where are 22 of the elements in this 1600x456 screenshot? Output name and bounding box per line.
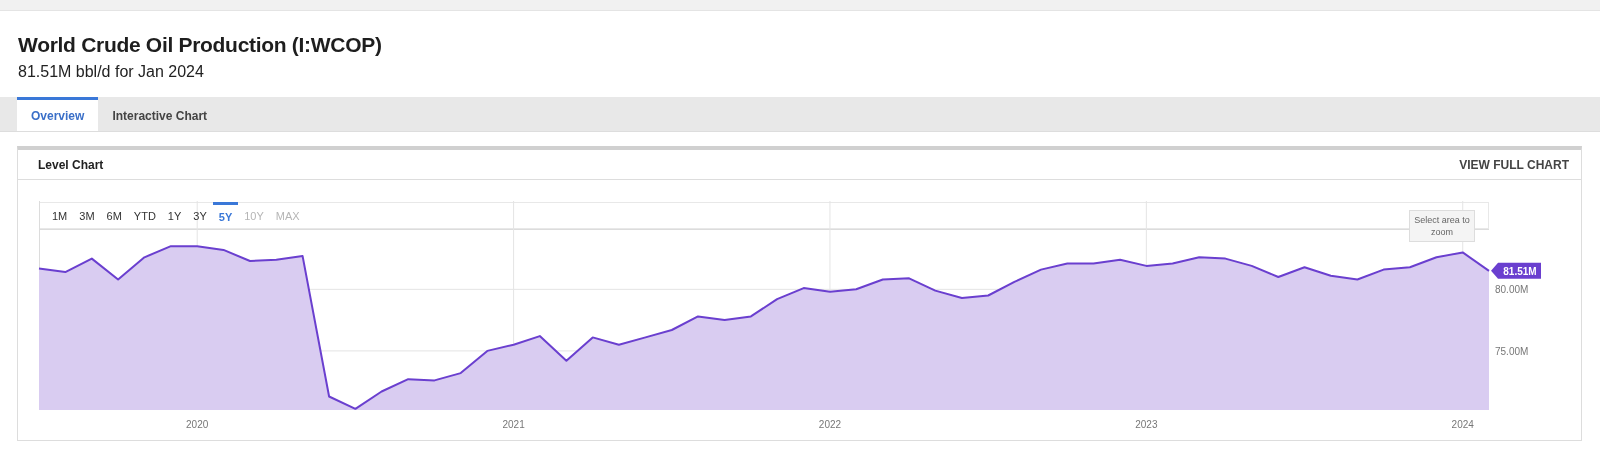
x-axis-label: 2023 — [1135, 419, 1158, 430]
tab[interactable]: Interactive Chart — [98, 97, 222, 131]
range-button[interactable]: 1Y — [161, 202, 188, 229]
y-axis-label: 80.00M — [1495, 284, 1529, 296]
card-title: Level Chart — [38, 157, 104, 172]
range-button[interactable]: 6M — [100, 202, 128, 229]
zoom-hint: Select area to zoom — [1409, 210, 1475, 242]
x-axis-label: 2022 — [818, 419, 842, 430]
range-button[interactable]: 3M — [73, 202, 101, 229]
x-axis-label: 2024 — [1451, 419, 1474, 430]
x-axis-label: 2020 — [186, 419, 209, 430]
y-axis-label: 75.00M — [1495, 345, 1529, 357]
tab[interactable]: Overview — [17, 97, 99, 131]
page-title: World Crude Oil Production (I:WCOP) — [18, 33, 383, 57]
value-tag: 81.51M — [1491, 262, 1541, 279]
range-button[interactable]: YTD — [127, 202, 162, 229]
x-axis-label: 2021 — [502, 419, 525, 430]
range-button[interactable]: 5Y — [212, 202, 239, 229]
view-full-chart-link[interactable]: VIEW FULL CHART — [1459, 157, 1569, 172]
page-subtitle: 81.51M bbl/d for Jan 2024 — [18, 63, 205, 81]
range-button[interactable]: 1M — [46, 202, 74, 229]
range-button[interactable]: 3Y — [187, 202, 213, 229]
